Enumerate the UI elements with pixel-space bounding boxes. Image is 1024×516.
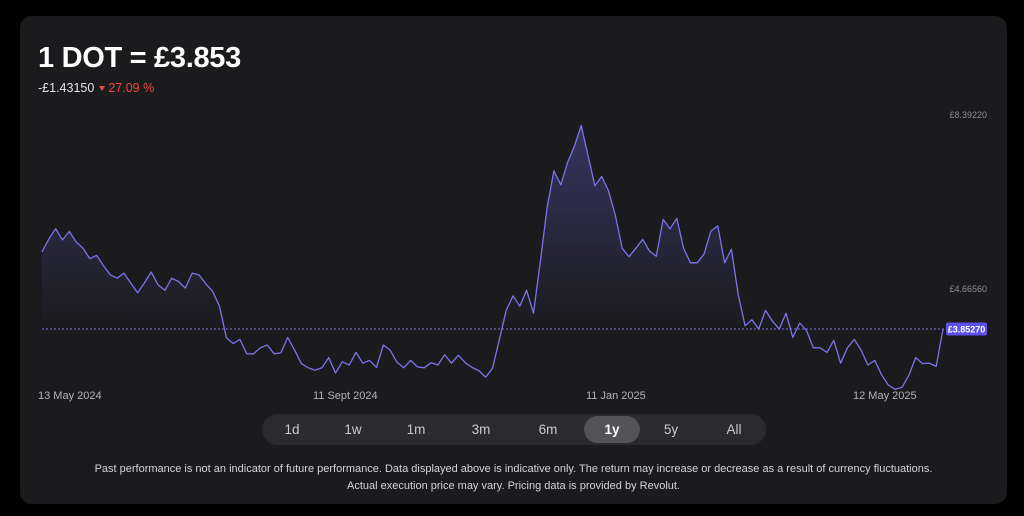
time-range-selector: 1d 1w 1m 3m 6m 1y 5y All [262,414,766,445]
x-tick-label: 11 Sept 2024 [313,390,378,402]
range-button-all[interactable]: All [706,416,762,443]
disclaimer-line-2: Actual execution price may vary. Pricing… [346,480,680,492]
range-button-1d[interactable]: 1d [264,416,320,443]
x-tick-label: 11 Jan 2025 [586,390,646,402]
price-area-fill [42,125,943,329]
range-button-1m[interactable]: 1m [388,416,444,443]
range-button-1y[interactable]: 1y [584,416,640,443]
range-button-6m[interactable]: 6m [520,416,576,443]
current-price-label: £3.85270 [948,324,986,334]
price-line [41,124,944,390]
range-button-3m[interactable]: 3m [453,416,509,443]
x-tick-label: 12 May 2025 [853,390,917,402]
range-button-5y[interactable]: 5y [643,416,699,443]
disclaimer-line-1: Past performance is not an indicator of … [94,463,933,475]
x-tick-label: 13 May 2024 [38,390,102,402]
y-tick-label-high: £8.39220 [949,110,987,120]
y-tick-label-mid: £4.66560 [949,284,987,294]
range-button-1w[interactable]: 1w [325,416,381,443]
